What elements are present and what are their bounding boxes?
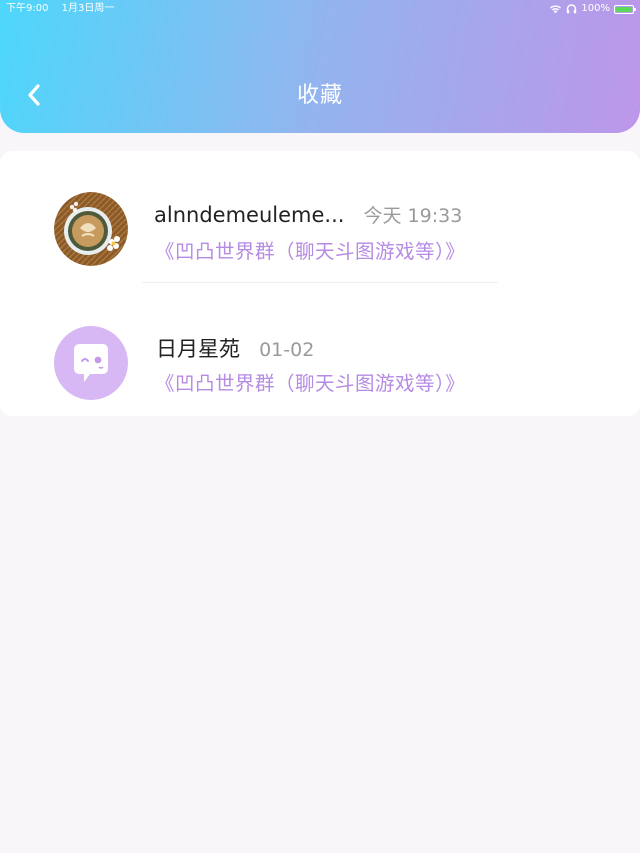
chat-bubble-face-icon [74,344,108,382]
favorite-message: 《凹凸世界群（聊天斗图游戏等）》 [155,372,466,395]
headphones-icon [567,4,577,14]
favorite-message: 《凹凸世界群（聊天斗图游戏等）》 [155,240,466,263]
battery-level [616,6,632,12]
list-item[interactable]: 日月星苑 01-02 《凹凸世界群（聊天斗图游戏等）》 [0,283,640,415]
status-date: 1月3日周一 [61,3,115,14]
avatar[interactable] [54,326,128,400]
item-timestamp: 01-02 [259,339,315,361]
header-bar: 下午9:00 1月3日周一 100% 收藏 [0,0,640,133]
contact-name: alnndemeuleme... [154,203,345,227]
item-timestamp: 今天 19:33 [363,205,463,227]
battery-percent: 100% [581,3,610,14]
page-title: 收藏 [296,83,343,108]
divider [142,282,498,283]
status-time: 下午9:00 [6,3,49,14]
wifi-icon [550,5,562,14]
avatar[interactable] [54,192,128,266]
coffee-photo-icon [54,192,128,266]
status-bar: 下午9:00 1月3日周一 100% [0,0,640,18]
battery-icon [614,4,636,14]
favorites-list: alnndemeuleme... 今天 19:33 《凹凸世界群（聊天斗图游戏等… [0,151,640,416]
list-item[interactable]: alnndemeuleme... 今天 19:33 《凹凸世界群（聊天斗图游戏等… [0,151,640,283]
contact-name: 日月星苑 [156,337,240,361]
